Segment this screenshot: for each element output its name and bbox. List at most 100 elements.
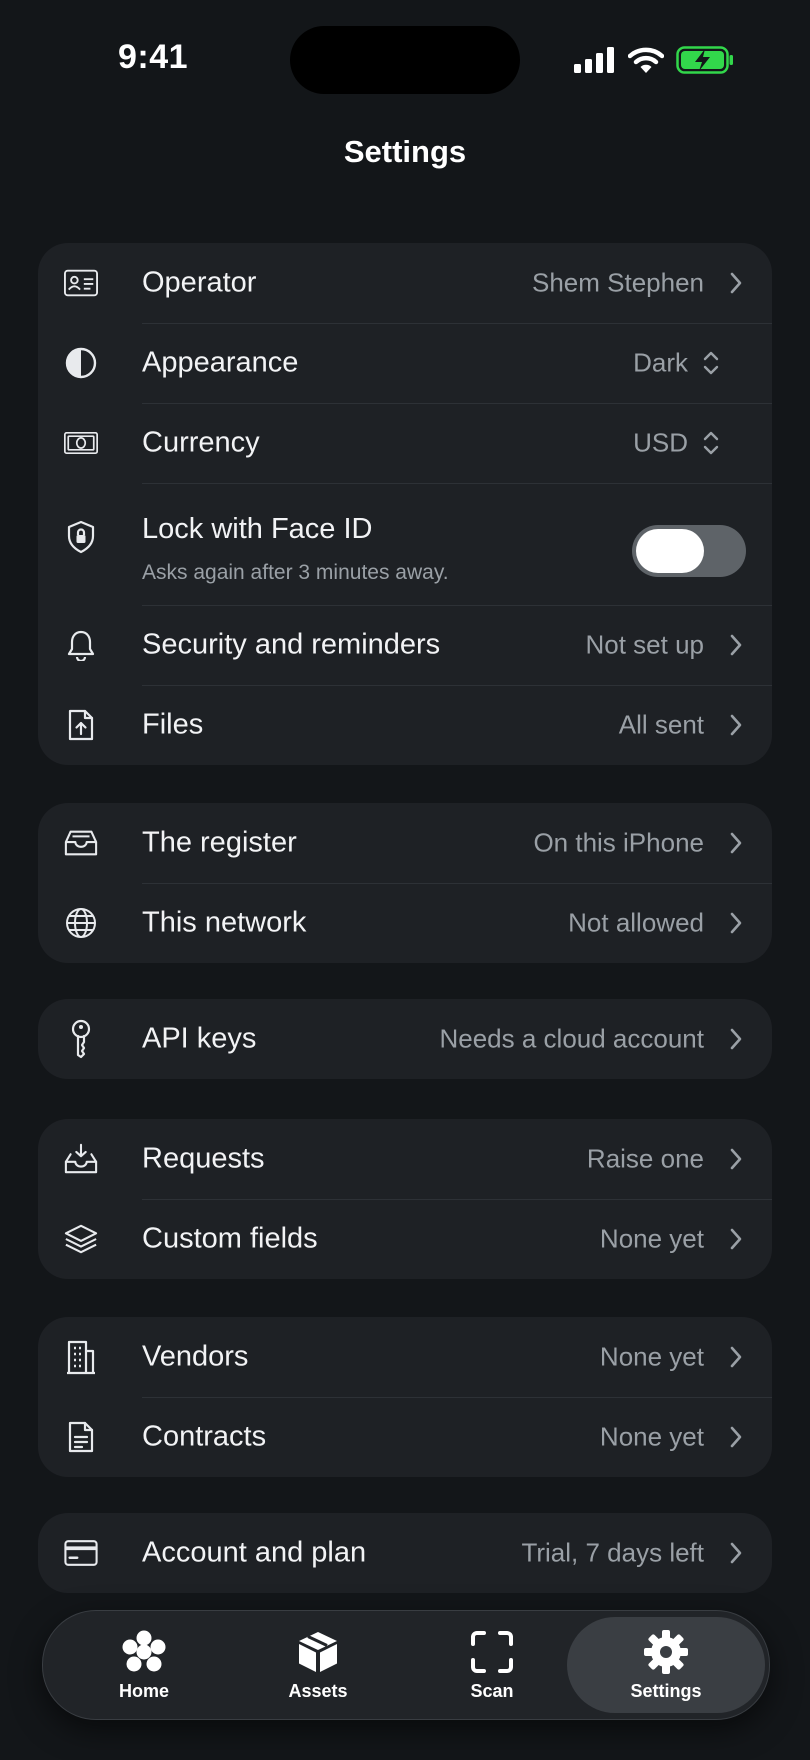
currency-value: USD bbox=[633, 427, 688, 458]
operator-value: Shem Stephen bbox=[531, 267, 704, 298]
tab-scan[interactable]: Scan bbox=[407, 1611, 577, 1719]
network-label: This network bbox=[142, 906, 307, 939]
contracts-row[interactable]: Contracts None yet bbox=[38, 1397, 772, 1477]
security-reminders-row[interactable]: Security and reminders Not set up bbox=[38, 605, 772, 685]
box-icon bbox=[295, 1629, 341, 1675]
gear-icon bbox=[643, 1629, 689, 1675]
settings-group-general: Operator Shem Stephen Appearance Dark Cu… bbox=[38, 243, 772, 765]
api-keys-label: API keys bbox=[142, 1022, 257, 1055]
row-divider bbox=[142, 1397, 772, 1398]
row-divider bbox=[142, 1199, 772, 1200]
document-icon bbox=[64, 1420, 98, 1454]
appearance-value: Dark bbox=[633, 347, 688, 378]
chevron-right-icon bbox=[730, 634, 742, 656]
network-row[interactable]: This network Not allowed bbox=[38, 883, 772, 963]
account-plan-value: Trial, 7 days left bbox=[521, 1537, 704, 1568]
account-plan-row[interactable]: Account and plan Trial, 7 days left bbox=[38, 1513, 772, 1593]
tab-assets[interactable]: Assets bbox=[233, 1611, 403, 1719]
chevron-right-icon bbox=[730, 1148, 742, 1170]
cellular-signal-icon bbox=[574, 47, 614, 73]
contracts-label: Contracts bbox=[142, 1420, 267, 1453]
chevron-right-icon bbox=[730, 714, 742, 736]
custom-fields-label: Custom fields bbox=[142, 1222, 318, 1255]
tab-home[interactable]: Home bbox=[59, 1611, 229, 1719]
contracts-value: None yet bbox=[599, 1421, 704, 1452]
shield-lock-icon bbox=[64, 520, 98, 554]
scan-frame-icon bbox=[469, 1629, 515, 1675]
requests-row[interactable]: Requests Raise one bbox=[38, 1119, 772, 1199]
face-id-label: Lock with Face ID bbox=[142, 513, 373, 545]
register-label: The register bbox=[142, 826, 297, 859]
tab-scan-label: Scan bbox=[470, 1680, 514, 1701]
chevron-up-down-icon bbox=[703, 351, 719, 375]
status-bar: 9:41 bbox=[0, 0, 810, 120]
settings-group-api: API keys Needs a cloud account bbox=[38, 999, 772, 1079]
operator-label: Operator bbox=[142, 266, 257, 299]
account-plan-label: Account and plan bbox=[142, 1536, 367, 1569]
row-divider bbox=[142, 883, 772, 884]
settings-group-vendors: Vendors None yet Contracts None yet bbox=[38, 1317, 772, 1477]
chevron-right-icon bbox=[730, 1346, 742, 1368]
tab-bar: Home Assets Scan Settings bbox=[42, 1610, 770, 1720]
vendors-value: None yet bbox=[599, 1341, 704, 1372]
wifi-icon bbox=[628, 47, 664, 73]
currency-label: Currency bbox=[142, 426, 260, 459]
vendors-label: Vendors bbox=[142, 1340, 249, 1373]
files-value: All sent bbox=[618, 709, 704, 740]
row-divider bbox=[142, 483, 772, 484]
files-label: Files bbox=[142, 708, 204, 741]
flower-icon bbox=[121, 1629, 167, 1675]
status-icons bbox=[574, 44, 734, 76]
inbox-icon bbox=[64, 826, 98, 860]
custom-fields-value: None yet bbox=[599, 1223, 704, 1254]
chevron-right-icon bbox=[730, 912, 742, 934]
tab-home-label: Home bbox=[118, 1680, 169, 1701]
chevron-right-icon bbox=[730, 272, 742, 294]
settings-group-account: Account and plan Trial, 7 days left bbox=[38, 1513, 772, 1593]
settings-group-storage: The register On this iPhone This network… bbox=[38, 803, 772, 963]
face-id-toggle[interactable] bbox=[632, 525, 746, 577]
vendors-row[interactable]: Vendors None yet bbox=[38, 1317, 772, 1397]
appearance-row[interactable]: Appearance Dark bbox=[38, 323, 772, 403]
battery-charging-icon bbox=[676, 46, 733, 74]
chevron-right-icon bbox=[730, 1542, 742, 1564]
status-time: 9:41 bbox=[118, 38, 189, 76]
layers-icon bbox=[64, 1222, 98, 1256]
tab-assets-label: Assets bbox=[288, 1680, 348, 1701]
settings-group-requests: Requests Raise one Custom fields None ye… bbox=[38, 1119, 772, 1279]
row-divider bbox=[142, 323, 772, 324]
row-divider bbox=[142, 685, 772, 686]
tab-settings[interactable]: Settings bbox=[567, 1617, 765, 1713]
appearance-label: Appearance bbox=[142, 346, 299, 379]
globe-icon bbox=[64, 906, 98, 940]
page-title: Settings bbox=[343, 134, 467, 169]
building-icon bbox=[64, 1340, 98, 1375]
api-keys-value: Needs a cloud account bbox=[439, 1023, 704, 1054]
id-card-icon bbox=[64, 266, 98, 300]
api-keys-row[interactable]: API keys Needs a cloud account bbox=[38, 999, 772, 1079]
requests-label: Requests bbox=[142, 1142, 265, 1175]
face-id-row: Lock with Face ID Asks again after 3 min… bbox=[38, 483, 772, 605]
dynamic-island bbox=[290, 26, 520, 94]
security-reminders-value: Not set up bbox=[585, 629, 704, 660]
register-row[interactable]: The register On this iPhone bbox=[38, 803, 772, 883]
key-icon bbox=[64, 1019, 98, 1059]
banknote-icon bbox=[64, 426, 98, 460]
operator-row[interactable]: Operator Shem Stephen bbox=[38, 243, 772, 323]
chevron-right-icon bbox=[730, 832, 742, 854]
chevron-up-down-icon bbox=[703, 431, 719, 455]
custom-fields-row[interactable]: Custom fields None yet bbox=[38, 1199, 772, 1279]
chevron-right-icon bbox=[730, 1228, 742, 1250]
credit-card-icon bbox=[64, 1536, 98, 1570]
chevron-right-icon bbox=[730, 1426, 742, 1448]
security-reminders-label: Security and reminders bbox=[142, 628, 441, 661]
files-row[interactable]: Files All sent bbox=[38, 685, 772, 765]
row-divider bbox=[142, 605, 772, 606]
bell-icon bbox=[64, 628, 98, 662]
toggle-knob bbox=[636, 529, 704, 573]
face-id-subtitle: Asks again after 3 minutes away. bbox=[142, 561, 449, 584]
currency-row[interactable]: Currency USD bbox=[38, 403, 772, 483]
file-upload-icon bbox=[64, 708, 98, 742]
chevron-right-icon bbox=[730, 1028, 742, 1050]
register-value: On this iPhone bbox=[533, 827, 704, 858]
